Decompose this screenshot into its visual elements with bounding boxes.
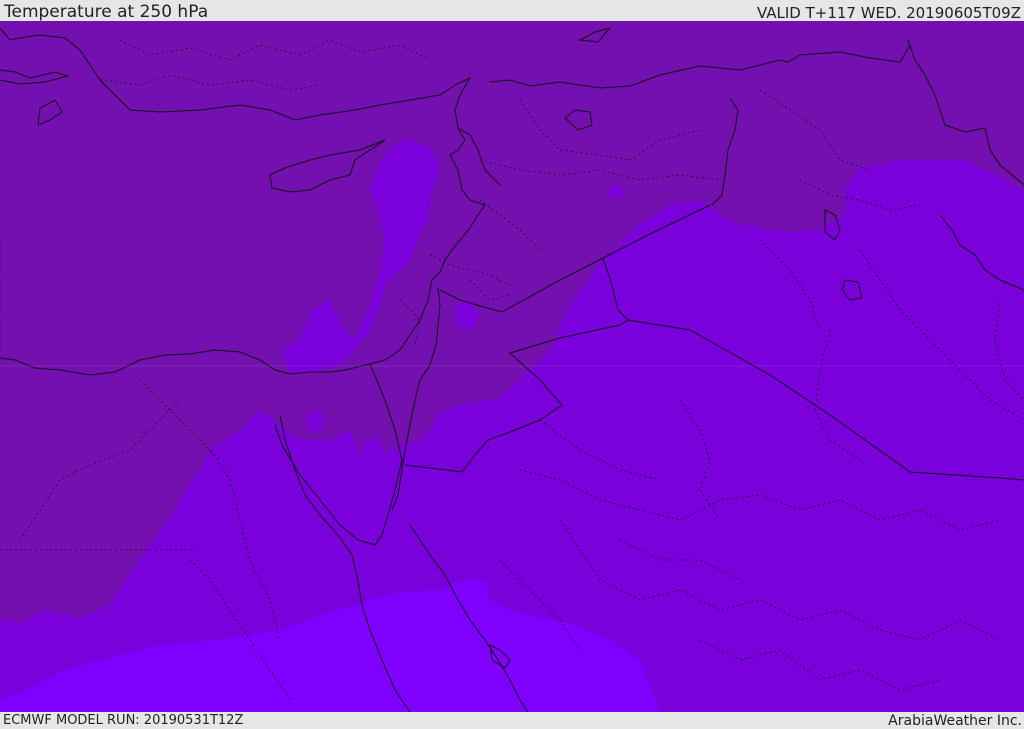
credit-label: ArabiaWeather Inc. [888,713,1022,729]
map-title: Temperature at 250 hPa [4,2,209,22]
valid-time-label: VALID T+117 WED. 20190605T09Z [756,4,1021,22]
header-bar: Temperature at 250 hPa VALID T+117 WED. … [0,0,1024,21]
footer-bar: ECMWF MODEL RUN: 20190531T12Z ArabiaWeat… [0,712,1024,729]
forecast-map-page: Temperature at 250 hPa VALID T+117 WED. … [0,0,1024,729]
temperature-map[interactable] [0,21,1024,712]
model-run-label: ECMWF MODEL RUN: 20190531T12Z [3,713,244,728]
